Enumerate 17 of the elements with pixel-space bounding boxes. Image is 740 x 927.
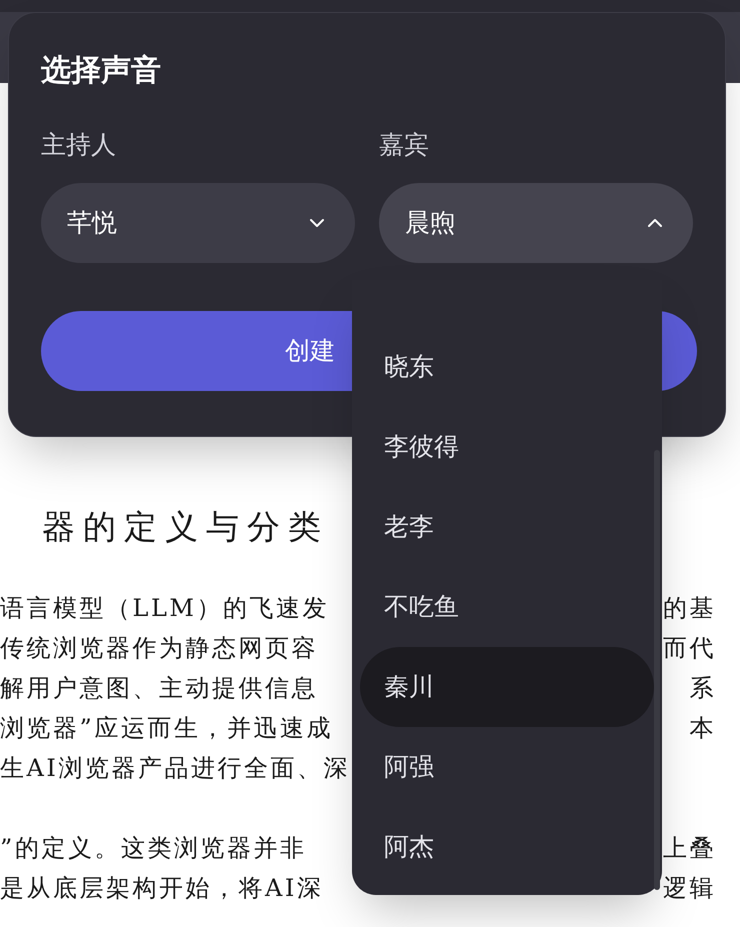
document-text: 而代 — [663, 633, 716, 664]
dialog-title: 选择声音 — [41, 52, 161, 90]
select-label: 嘉宾 — [379, 129, 429, 161]
document-text: 的基 — [663, 593, 716, 624]
document-text: 系 — [690, 673, 716, 704]
document-text: 浏览器”应运而生，并迅速成 — [0, 713, 333, 744]
document-text: 生AI浏览器产品进行全面、深 — [0, 753, 350, 784]
document-text: 本 — [690, 713, 716, 744]
document-text: 上叠 — [663, 833, 716, 864]
document-text: 传统浏览器作为静态网页容 — [0, 633, 318, 664]
document-text: 逻辑 — [663, 873, 716, 904]
document-heading: 器的定义与分类 — [42, 506, 329, 548]
document-text: 是从底层架构开始，将AI深 — [0, 873, 324, 904]
select-label: 主持人 — [41, 129, 116, 161]
document-text: 解用户意图、主动提供信息 — [0, 673, 318, 704]
document-text: ”的定义。这类浏览器并非 — [0, 833, 306, 864]
document-text: 语言模型（LLM）的飞速发 — [0, 593, 329, 624]
